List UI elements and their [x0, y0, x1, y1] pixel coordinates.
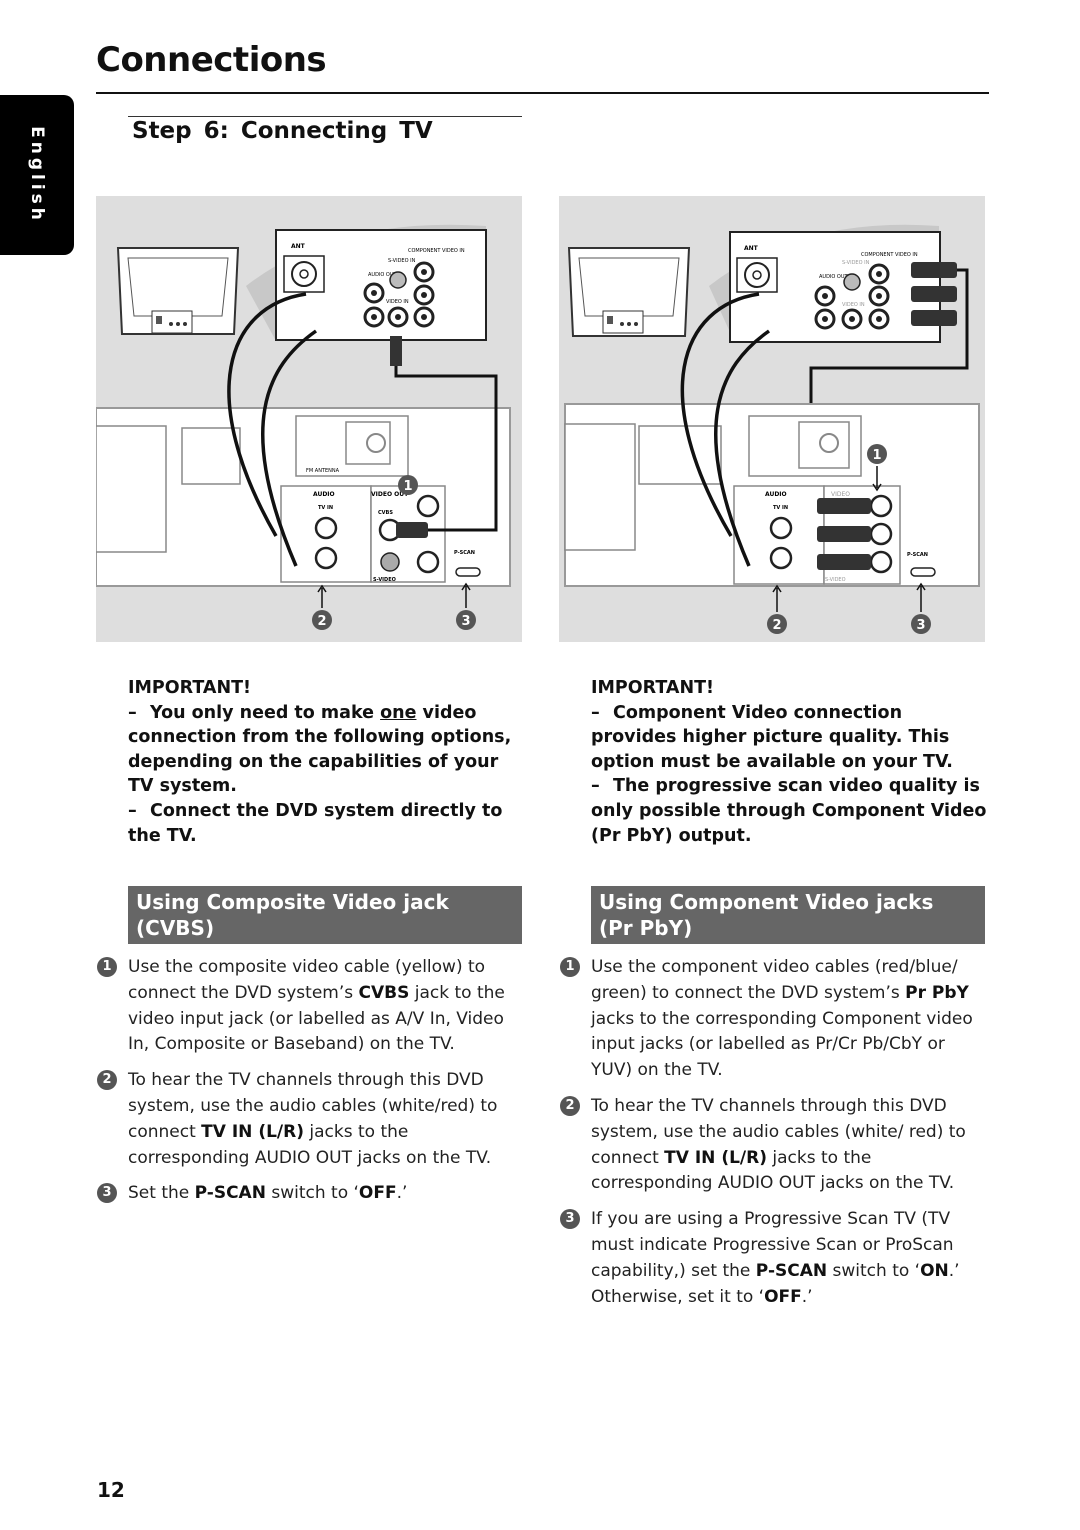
video-in-label: VIDEO IN [386, 299, 409, 305]
cvbs-label: CVBS [378, 510, 393, 516]
tv-panel: ANT AUDIO OUT S-VIDEO IN COMPONENT VIDEO… [729, 231, 941, 343]
step-item: 2 To hear the TV channels through this D… [559, 1094, 989, 1197]
ant-label: ANT [744, 245, 759, 252]
s-video-label: S-VIDEO [825, 577, 846, 583]
important-heading: IMPORTANT! [591, 678, 715, 698]
language-tab: English [0, 95, 74, 255]
video-group-label: VIDEO [831, 491, 850, 498]
step-item: 1 Use the component video cables (red/bl… [559, 955, 989, 1084]
arrow-up-icon [916, 582, 926, 612]
page-number: 12 [97, 1478, 125, 1502]
step-rule [128, 116, 522, 117]
important-item: – Component Video connection provides hig… [591, 702, 953, 772]
step-number-icon: 1 [97, 957, 117, 977]
tv-rear-icon [116, 247, 240, 335]
callout-2: 2 [312, 610, 332, 630]
component-section-heading: Using Component Video jacks (Pr PbY) [591, 886, 985, 944]
composite-section-heading: Using Composite Video jack (CVBS) [128, 886, 522, 944]
component-connection-diagram: ANT AUDIO OUT S-VIDEO IN COMPONENT VIDEO… [559, 196, 985, 642]
p-scan-label: P-SCAN [907, 552, 928, 558]
step-item: 3 If you are using a Progressive Scan TV… [559, 1207, 989, 1310]
step-item: 1 Use the composite video cable (yellow)… [96, 955, 526, 1058]
composite-steps: 1 Use the composite video cable (yellow)… [96, 955, 526, 1217]
important-item: – The progressive scan video quality is o… [591, 776, 987, 846]
step-item: 2 To hear the TV channels through this D… [96, 1068, 526, 1171]
s-video-in-label: S-VIDEO IN [842, 260, 870, 266]
callout-1: 1 [398, 475, 418, 495]
callout-3: 3 [456, 610, 476, 630]
p-scan-switch [910, 567, 936, 577]
svg-text:2: 2 [317, 614, 326, 629]
tv-rear-icon [567, 247, 691, 337]
composite-connection-diagram: ANT AUDIO OUT S-VIDEO IN COMPONENT VIDEO… [96, 196, 522, 642]
important-item: – Connect the DVD system directly to the … [128, 800, 503, 846]
dvd-unit-rear: AUDIO VIDEO OUT CVBS TV IN S-VIDEO FM AN… [96, 407, 511, 587]
component-plugs-tv [911, 262, 957, 326]
important-note-right: IMPORTANT! – Component Video connection p… [591, 676, 991, 848]
tv-panel: ANT AUDIO OUT S-VIDEO IN COMPONENT VIDEO… [275, 229, 487, 341]
p-scan-label: P-SCAN [454, 550, 475, 556]
p-scan-switch [455, 567, 481, 577]
video-plug-unit [396, 522, 428, 538]
callout-3: 3 [911, 614, 931, 634]
svg-text:2: 2 [772, 618, 781, 633]
ant-label: ANT [291, 243, 306, 250]
step-number-icon: 2 [97, 1070, 117, 1091]
tv-in-label: TV IN [773, 505, 788, 511]
important-item: – You only need to make one video connect… [128, 702, 512, 797]
step-heading: Step 6: Connecting TV [132, 118, 433, 144]
language-tab-label: English [27, 126, 47, 224]
video-plug-tv [390, 336, 402, 366]
arrow-up-icon [461, 582, 471, 608]
svg-text:3: 3 [916, 618, 925, 633]
important-heading: IMPORTANT! [128, 678, 252, 698]
step-item: 3 Set the P-SCAN switch to ‘OFF.’ [96, 1181, 526, 1207]
step-number-icon: 3 [97, 1183, 117, 1204]
important-note-left: IMPORTANT! – You only need to make one vi… [128, 676, 528, 848]
fm-antenna-label: FM ANTENNA [306, 468, 340, 474]
step-number-icon: 1 [560, 957, 580, 977]
step-number-icon: 2 [560, 1095, 580, 1116]
callout-2: 2 [767, 614, 787, 634]
component-video-in-label: COMPONENT VIDEO IN [408, 248, 465, 254]
arrow-up-icon [317, 584, 327, 608]
svg-text:3: 3 [461, 614, 470, 629]
component-plugs-unit [817, 498, 871, 570]
s-video-in-label: S-VIDEO IN [388, 258, 416, 264]
svg-text:1: 1 [403, 479, 412, 494]
dvd-unit-rear: AUDIO VIDEO TV IN S-VIDEO P-SCAN [564, 403, 980, 587]
tv-in-label: TV IN [318, 505, 333, 511]
audio-group-label: AUDIO [313, 491, 335, 498]
component-video-in-label: COMPONENT VIDEO IN [861, 252, 918, 258]
audio-group-label: AUDIO [765, 491, 787, 498]
arrow-up-icon [772, 584, 782, 612]
svg-text:1: 1 [872, 448, 881, 463]
s-video-label: S-VIDEO [373, 577, 396, 583]
video-in-label: VIDEO IN [842, 302, 865, 308]
component-steps: 1 Use the component video cables (red/bl… [559, 955, 989, 1320]
title-rule [96, 92, 989, 94]
callout-1: 1 [867, 444, 887, 464]
page-title: Connections [96, 40, 327, 80]
step-number-icon: 3 [560, 1209, 580, 1230]
